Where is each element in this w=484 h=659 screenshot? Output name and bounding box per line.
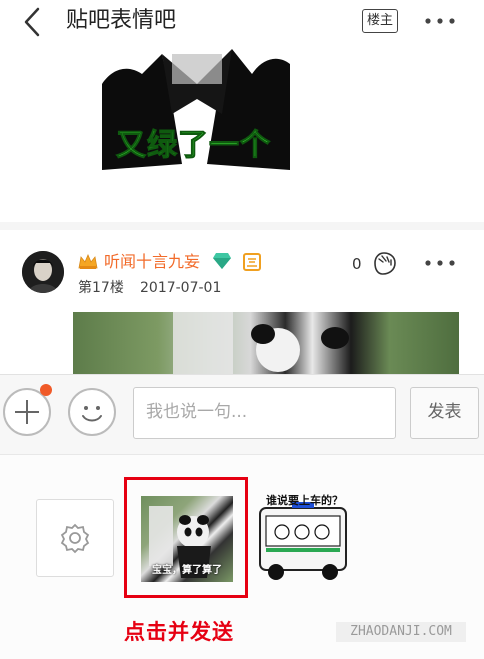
smiley-icon xyxy=(82,406,102,422)
back-arrow-icon[interactable] xyxy=(18,6,48,38)
username[interactable]: 听闻十言九妄 xyxy=(104,251,200,273)
selected-sticker-highlight xyxy=(124,477,248,598)
like-count: 0 xyxy=(352,255,362,273)
more-options-icon[interactable] xyxy=(420,11,460,31)
sticker-caption: 谁说要上车的？ xyxy=(266,494,343,507)
emoji-button[interactable] xyxy=(68,388,116,436)
comment-input[interactable]: 我也说一句... xyxy=(133,387,396,439)
page-title: 贴吧表情吧 xyxy=(66,8,177,33)
watermark: ZHAODANJI.COM xyxy=(336,622,466,642)
floor-number: 第17楼 xyxy=(78,280,124,296)
level-badge-icon xyxy=(243,253,261,271)
meme-caption: 又绿了一个 xyxy=(116,128,271,164)
post-more-icon[interactable] xyxy=(420,253,460,273)
instruction-text: 点击并发送 xyxy=(124,620,234,644)
avatar[interactable] xyxy=(22,251,64,293)
section-divider xyxy=(0,222,484,230)
owner-only-button[interactable]: 楼主 xyxy=(362,9,398,33)
post-image-panda[interactable] xyxy=(73,312,459,374)
post-date: 2017-07-01 xyxy=(140,280,222,296)
sticker-settings-button[interactable] xyxy=(36,499,114,577)
post-image-meme[interactable]: 又绿了一个 xyxy=(102,44,290,170)
top-bar: 贴吧表情吧 楼主 xyxy=(0,0,484,44)
like-hand-icon[interactable] xyxy=(369,249,399,277)
crown-icon xyxy=(78,254,98,269)
notification-dot xyxy=(40,384,52,396)
diamond-icon xyxy=(213,253,231,269)
send-button[interactable]: 发表 xyxy=(410,387,479,439)
gear-icon xyxy=(60,523,90,554)
plus-icon xyxy=(15,400,39,424)
